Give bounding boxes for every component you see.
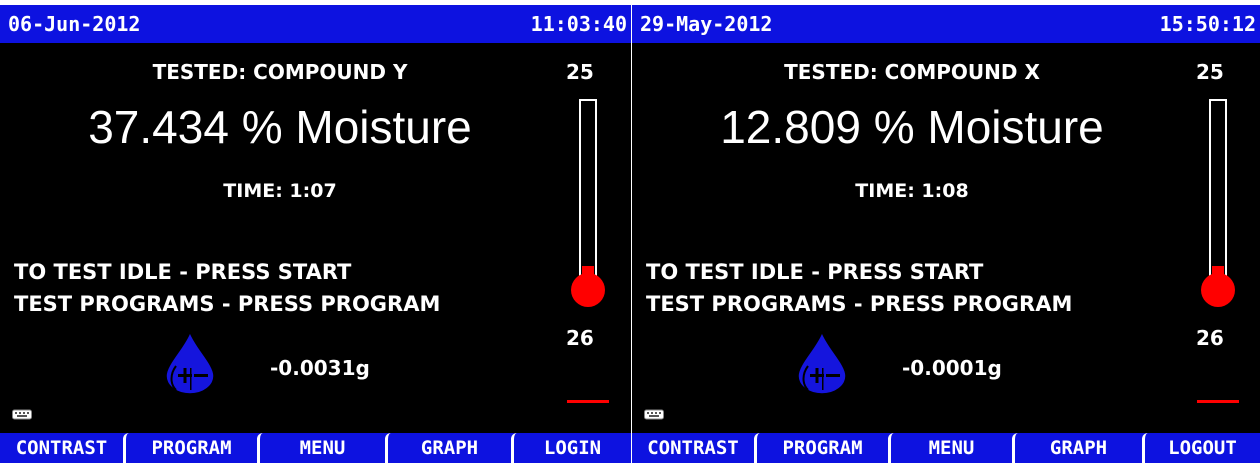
- screen-panel-right: 29-May-2012 15:50:12 TESTED: COMPOUND X …: [632, 0, 1260, 463]
- temp-scale-top: 25: [566, 60, 594, 84]
- tested-compound: TESTED: COMPOUND X: [784, 60, 1040, 84]
- graph-button[interactable]: GRAPH: [1012, 433, 1142, 463]
- header-time: 11:03:40: [530, 12, 627, 36]
- instruction-program: TEST PROGRAMS - PRESS PROGRAM: [646, 292, 1073, 316]
- softkey-bar: CONTRAST PROGRAM MENU GRAPH LOGIN: [0, 433, 631, 463]
- temp-scale-top: 25: [1196, 60, 1224, 84]
- contrast-button[interactable]: CONTRAST: [632, 433, 754, 463]
- status-header: 29-May-2012 15:50:12: [632, 5, 1260, 43]
- program-button[interactable]: PROGRAM: [123, 433, 257, 463]
- moisture-reading: 12.809 % Moisture: [720, 101, 1104, 153]
- weight-reading: -0.0031g: [270, 356, 370, 380]
- instruction-start: TO TEST IDLE - PRESS START: [646, 260, 984, 284]
- menu-button[interactable]: MENU: [257, 433, 385, 463]
- moisture-drop-icon: [165, 330, 215, 395]
- instruction-start: TO TEST IDLE - PRESS START: [14, 260, 352, 284]
- program-button[interactable]: PROGRAM: [754, 433, 888, 463]
- softkey-bar: CONTRAST PROGRAM MENU GRAPH LOGOUT: [632, 433, 1260, 463]
- red-indicator-line: [1197, 400, 1239, 403]
- elapsed-time: TIME: 1:07: [223, 180, 337, 202]
- weight-reading: -0.0001g: [902, 356, 1002, 380]
- thermometer-icon: [571, 99, 605, 307]
- moisture-reading: 37.434 % Moisture: [88, 101, 472, 153]
- red-indicator-line: [567, 400, 609, 403]
- menu-button[interactable]: MENU: [888, 433, 1012, 463]
- temp-scale-bottom: 26: [566, 326, 594, 350]
- moisture-drop-icon: [797, 330, 847, 395]
- keyboard-icon: [12, 409, 32, 420]
- header-date: 29-May-2012: [640, 12, 773, 36]
- tested-compound: TESTED: COMPOUND Y: [152, 60, 408, 84]
- graph-button[interactable]: GRAPH: [385, 433, 511, 463]
- contrast-button[interactable]: CONTRAST: [0, 433, 123, 463]
- logout-button[interactable]: LOGOUT: [1142, 433, 1260, 463]
- keyboard-icon: [644, 409, 664, 420]
- instruction-program: TEST PROGRAMS - PRESS PROGRAM: [14, 292, 441, 316]
- thermometer-icon: [1201, 99, 1235, 307]
- header-time: 15:50:12: [1159, 12, 1256, 36]
- status-header: 06-Jun-2012 11:03:40: [0, 5, 631, 43]
- screen-panel-left: 06-Jun-2012 11:03:40 TESTED: COMPOUND Y …: [0, 0, 631, 463]
- temp-scale-bottom: 26: [1196, 326, 1224, 350]
- elapsed-time: TIME: 1:08: [855, 180, 969, 202]
- login-button[interactable]: LOGIN: [511, 433, 631, 463]
- header-date: 06-Jun-2012: [8, 12, 141, 36]
